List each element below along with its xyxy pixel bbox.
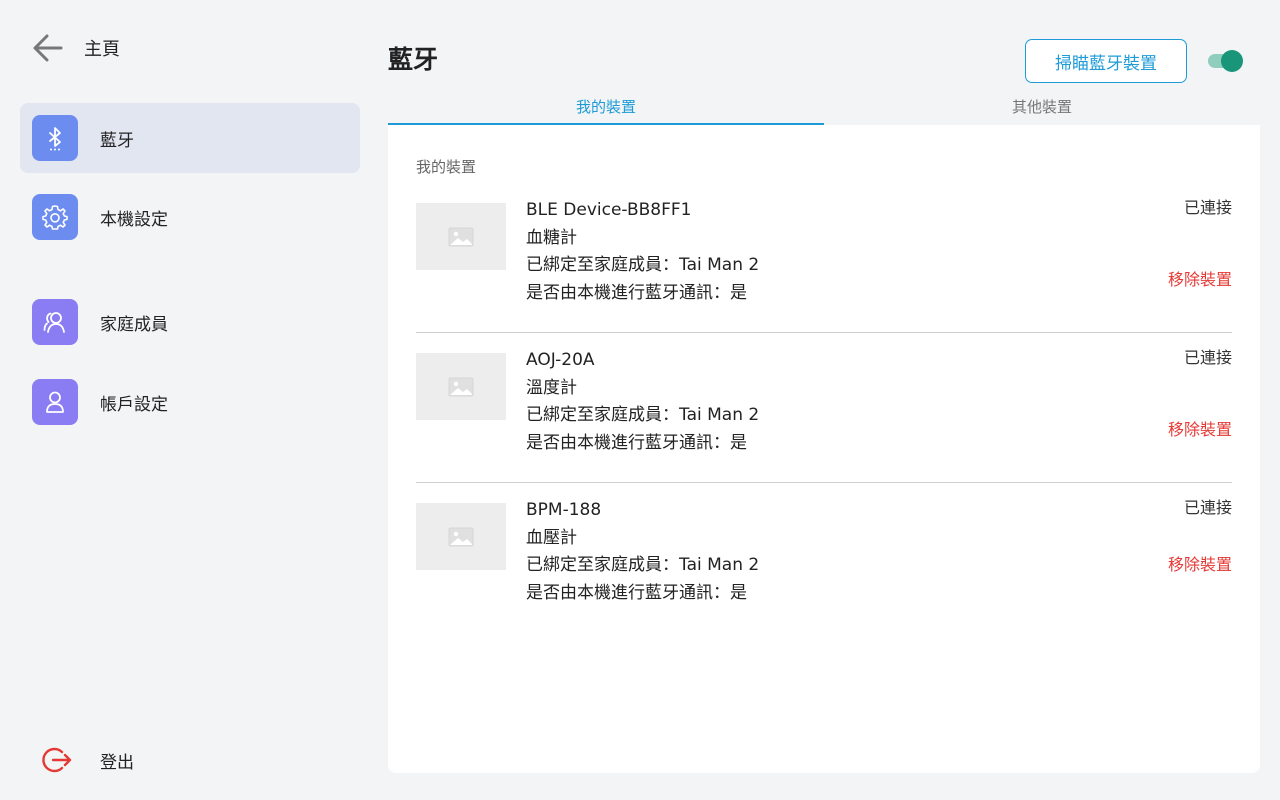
device-comm-mode: 是否由本機進行藍牙通訊：是	[526, 432, 747, 453]
page-title: 藍牙	[388, 45, 439, 74]
logout-button[interactable]: 登出	[40, 740, 134, 780]
sidebar-item-bluetooth[interactable]: 藍牙	[20, 103, 360, 173]
connection-status: 已連接	[1183, 198, 1232, 217]
sidebar-item-label: 家庭成員	[100, 314, 168, 335]
device-type: 溫度計	[526, 377, 577, 398]
device-comm-mode: 是否由本機進行藍牙通訊：是	[526, 582, 747, 603]
device-comm-mode: 是否由本機進行藍牙通訊：是	[526, 282, 747, 303]
device-type: 血糖計	[526, 227, 577, 248]
gear-icon	[32, 194, 78, 240]
sidebar-item-label: 帳戶設定	[100, 394, 168, 415]
connection-status: 已連接	[1183, 348, 1232, 367]
device-card: BLE Device-BB8FF1 血糖計 已綁定至家庭成員：Tai Man 2…	[416, 183, 1232, 333]
back-button[interactable]: 主頁	[30, 30, 120, 66]
remove-device-button[interactable]: 移除裝置	[1168, 266, 1232, 290]
connection-status: 已連接	[1183, 498, 1232, 517]
tab-other-devices[interactable]: 其他裝置	[824, 88, 1260, 125]
image-placeholder-icon	[448, 377, 474, 396]
image-placeholder-icon	[448, 527, 474, 546]
device-name: BPM-188	[526, 500, 602, 520]
device-type: 血壓計	[526, 527, 577, 548]
toggle-knob	[1221, 50, 1243, 72]
bluetooth-toggle[interactable]	[1205, 50, 1243, 72]
sidebar-item-device-settings[interactable]: 本機設定	[20, 182, 360, 252]
back-label: 主頁	[84, 39, 120, 60]
section-title: 我的裝置	[416, 158, 477, 176]
sidebar-item-family-members[interactable]: 家庭成員	[20, 287, 360, 357]
device-card: BPM-188 血壓計 已綁定至家庭成員：Tai Man 2 是否由本機進行藍牙…	[416, 483, 1232, 633]
user-icon	[32, 379, 78, 425]
device-card: AOJ-20A 溫度計 已綁定至家庭成員：Tai Man 2 是否由本機進行藍牙…	[416, 333, 1232, 483]
device-image-placeholder	[416, 503, 506, 570]
scan-bluetooth-button[interactable]: 掃瞄藍牙裝置	[1025, 39, 1187, 83]
sidebar-item-label: 藍牙	[100, 130, 134, 151]
device-bound-member: 已綁定至家庭成員：Tai Man 2	[526, 555, 760, 575]
remove-device-button[interactable]: 移除裝置	[1168, 416, 1232, 440]
device-bound-member: 已綁定至家庭成員：Tai Man 2	[526, 405, 760, 425]
remove-device-button[interactable]: 移除裝置	[1168, 551, 1232, 575]
sidebar-item-label: 本機設定	[100, 209, 168, 230]
image-placeholder-icon	[448, 227, 474, 246]
logout-icon	[42, 747, 72, 773]
logout-label: 登出	[100, 752, 134, 773]
sidebar-item-account-settings[interactable]: 帳戶設定	[20, 367, 360, 437]
bluetooth-icon	[32, 115, 78, 161]
device-name: AOJ-20A	[526, 350, 595, 370]
tab-my-devices[interactable]: 我的裝置	[388, 88, 824, 125]
device-list-panel: 我的裝置 BLE Device-BB8FF1 血糖計 已綁定至家庭成員：Tai …	[388, 125, 1260, 773]
device-image-placeholder	[416, 203, 506, 270]
tab-bar: 我的裝置 其他裝置	[388, 88, 1260, 125]
device-name: BLE Device-BB8FF1	[526, 200, 692, 220]
device-bound-member: 已綁定至家庭成員：Tai Man 2	[526, 255, 760, 275]
device-image-placeholder	[416, 353, 506, 420]
arrow-left-icon	[33, 34, 63, 62]
family-members-icon	[32, 299, 78, 345]
